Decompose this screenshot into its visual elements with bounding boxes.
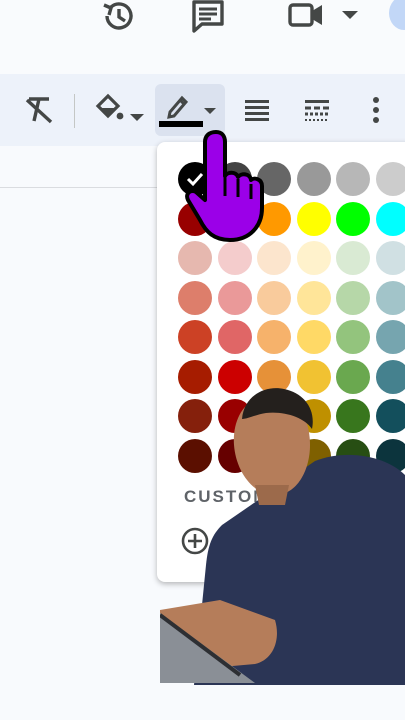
color-swatch[interactable] (296, 162, 331, 196)
account-avatar[interactable] (389, 0, 405, 30)
toolbar-divider (74, 94, 75, 128)
color-swatch[interactable] (217, 280, 252, 315)
history-icon[interactable] (97, 0, 141, 38)
color-swatch[interactable] (336, 241, 370, 275)
color-swatch[interactable] (375, 241, 405, 275)
color-swatch[interactable] (336, 280, 370, 315)
color-swatch[interactable] (217, 320, 252, 354)
color-swatch[interactable] (296, 201, 331, 236)
color-swatch[interactable] (296, 280, 331, 315)
color-swatch[interactable] (375, 320, 405, 354)
color-swatch[interactable] (178, 320, 212, 354)
color-swatch[interactable] (296, 320, 331, 354)
presenter-video (160, 388, 405, 685)
line-weight-icon (245, 100, 269, 121)
color-swatch[interactable] (375, 280, 405, 315)
clear-formatting-button[interactable] (16, 86, 62, 134)
page-edge (0, 187, 160, 188)
color-swatch[interactable] (178, 280, 212, 315)
paint-bucket-icon (95, 93, 144, 121)
color-swatch[interactable] (336, 162, 370, 196)
color-swatch[interactable] (257, 280, 291, 315)
comment-icon[interactable] (186, 0, 230, 38)
highlight-color-button[interactable] (88, 86, 150, 134)
pointing-hand-icon (185, 130, 264, 242)
video-call-button[interactable] (282, 0, 362, 38)
border-dash-button[interactable] (296, 86, 338, 134)
docs-top-bar (0, 0, 405, 74)
color-swatch[interactable] (375, 162, 405, 196)
color-swatch[interactable] (336, 201, 370, 236)
clear-formatting-icon (25, 97, 53, 124)
color-swatch[interactable] (257, 320, 291, 354)
more-vert-icon (373, 97, 379, 123)
color-swatch[interactable] (375, 201, 405, 236)
color-swatch[interactable] (296, 241, 331, 275)
line-dash-icon (305, 100, 329, 121)
color-swatch[interactable] (336, 320, 370, 354)
more-options-button[interactable] (360, 86, 392, 134)
